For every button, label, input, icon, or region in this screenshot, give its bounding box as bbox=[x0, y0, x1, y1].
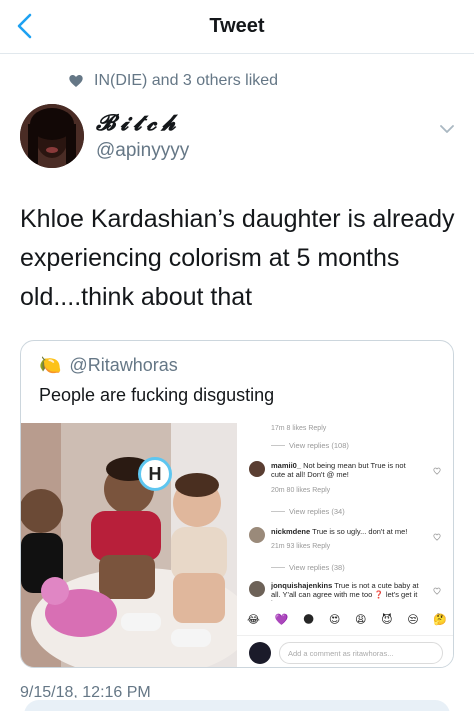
tweet-author: 𝓑𝓲𝓽𝓬𝓱 @apinyyyy bbox=[20, 104, 460, 172]
emoji-button[interactable]: 🤔 bbox=[433, 613, 447, 629]
comment-composer: Add a comment as ritawhoras... bbox=[237, 635, 453, 667]
heart-icon bbox=[69, 75, 83, 87]
emoji-button[interactable]: 😒 bbox=[407, 613, 418, 629]
quote-text: People are fucking disgusting bbox=[39, 385, 275, 405]
reply-bar[interactable] bbox=[24, 700, 450, 711]
avatar[interactable] bbox=[249, 461, 265, 477]
heart-icon[interactable] bbox=[433, 467, 441, 475]
comment-text: True is so ugly... don't at me! bbox=[312, 527, 408, 536]
view-replies-link[interactable]: View replies (108) bbox=[271, 441, 349, 450]
tweet-timestamp: 9/15/18, 12:16 PM bbox=[20, 684, 151, 698]
lemon-emoji: 🍋 bbox=[39, 354, 62, 375]
comments-panel: 17m 8 likes Reply View replies (108) mam… bbox=[237, 423, 453, 667]
emoji-reaction-bar: 😂 💜 🌑 😍 😩 😈 😒 🤔 bbox=[247, 613, 447, 629]
chevron-down-icon[interactable] bbox=[438, 120, 456, 138]
quote-handle[interactable]: @Ritawhoras bbox=[69, 355, 177, 376]
hashtag-badge: H bbox=[138, 457, 172, 491]
heart-icon[interactable] bbox=[433, 533, 441, 541]
photo[interactable]: H bbox=[21, 423, 237, 667]
avatar[interactable] bbox=[249, 581, 265, 597]
emoji-button[interactable]: 😩 bbox=[355, 613, 366, 629]
avatar-image bbox=[20, 104, 84, 168]
social-context-text[interactable]: IN(DIE) and 3 others liked bbox=[94, 72, 278, 90]
avatar[interactable] bbox=[20, 104, 84, 168]
quote-header: 🍋 @Ritawhoras bbox=[39, 353, 178, 377]
comment-meta: 21m 93 likes Reply bbox=[271, 543, 331, 550]
comment-username[interactable]: mamii0_ bbox=[271, 461, 301, 470]
emoji-button[interactable]: 😂 bbox=[247, 613, 260, 629]
avatar bbox=[249, 642, 271, 664]
view-replies-link[interactable]: View replies (34) bbox=[271, 507, 345, 516]
comment-input[interactable]: Add a comment as ritawhoras... bbox=[279, 642, 443, 664]
comment-username[interactable]: jonquishajenkins bbox=[271, 581, 332, 590]
quote-media[interactable]: H 17m 8 likes Reply View replies (108) m… bbox=[21, 423, 453, 667]
tweet-text: Khloe Kardashian’s daughter is already e… bbox=[20, 205, 455, 311]
comment-meta: 20m 80 likes Reply bbox=[271, 487, 331, 494]
view-replies-link[interactable]: View replies (38) bbox=[271, 563, 345, 572]
emoji-button[interactable]: 🌑 bbox=[303, 613, 314, 629]
comment-username[interactable]: nickmdene bbox=[271, 527, 310, 536]
display-name[interactable]: 𝓑𝓲𝓽𝓬𝓱 bbox=[96, 110, 181, 136]
navigation-bar: Tweet bbox=[0, 0, 474, 54]
page-title: Tweet bbox=[209, 15, 265, 37]
comment-meta: 17m 8 likes Reply bbox=[271, 425, 327, 432]
user-handle[interactable]: @apinyyyy bbox=[96, 140, 189, 162]
heart-icon[interactable] bbox=[433, 587, 441, 595]
emoji-button[interactable]: 💜 bbox=[274, 613, 288, 629]
avatar[interactable] bbox=[249, 527, 265, 543]
social-context: IN(DIE) and 3 others liked bbox=[68, 70, 278, 92]
emoji-button[interactable]: 😈 bbox=[381, 613, 392, 629]
baby-photo-illustration bbox=[21, 423, 237, 667]
emoji-button[interactable]: 😍 bbox=[329, 613, 340, 629]
quoted-tweet[interactable]: 🍋 @Ritawhoras People are fucking disgust… bbox=[20, 340, 454, 668]
